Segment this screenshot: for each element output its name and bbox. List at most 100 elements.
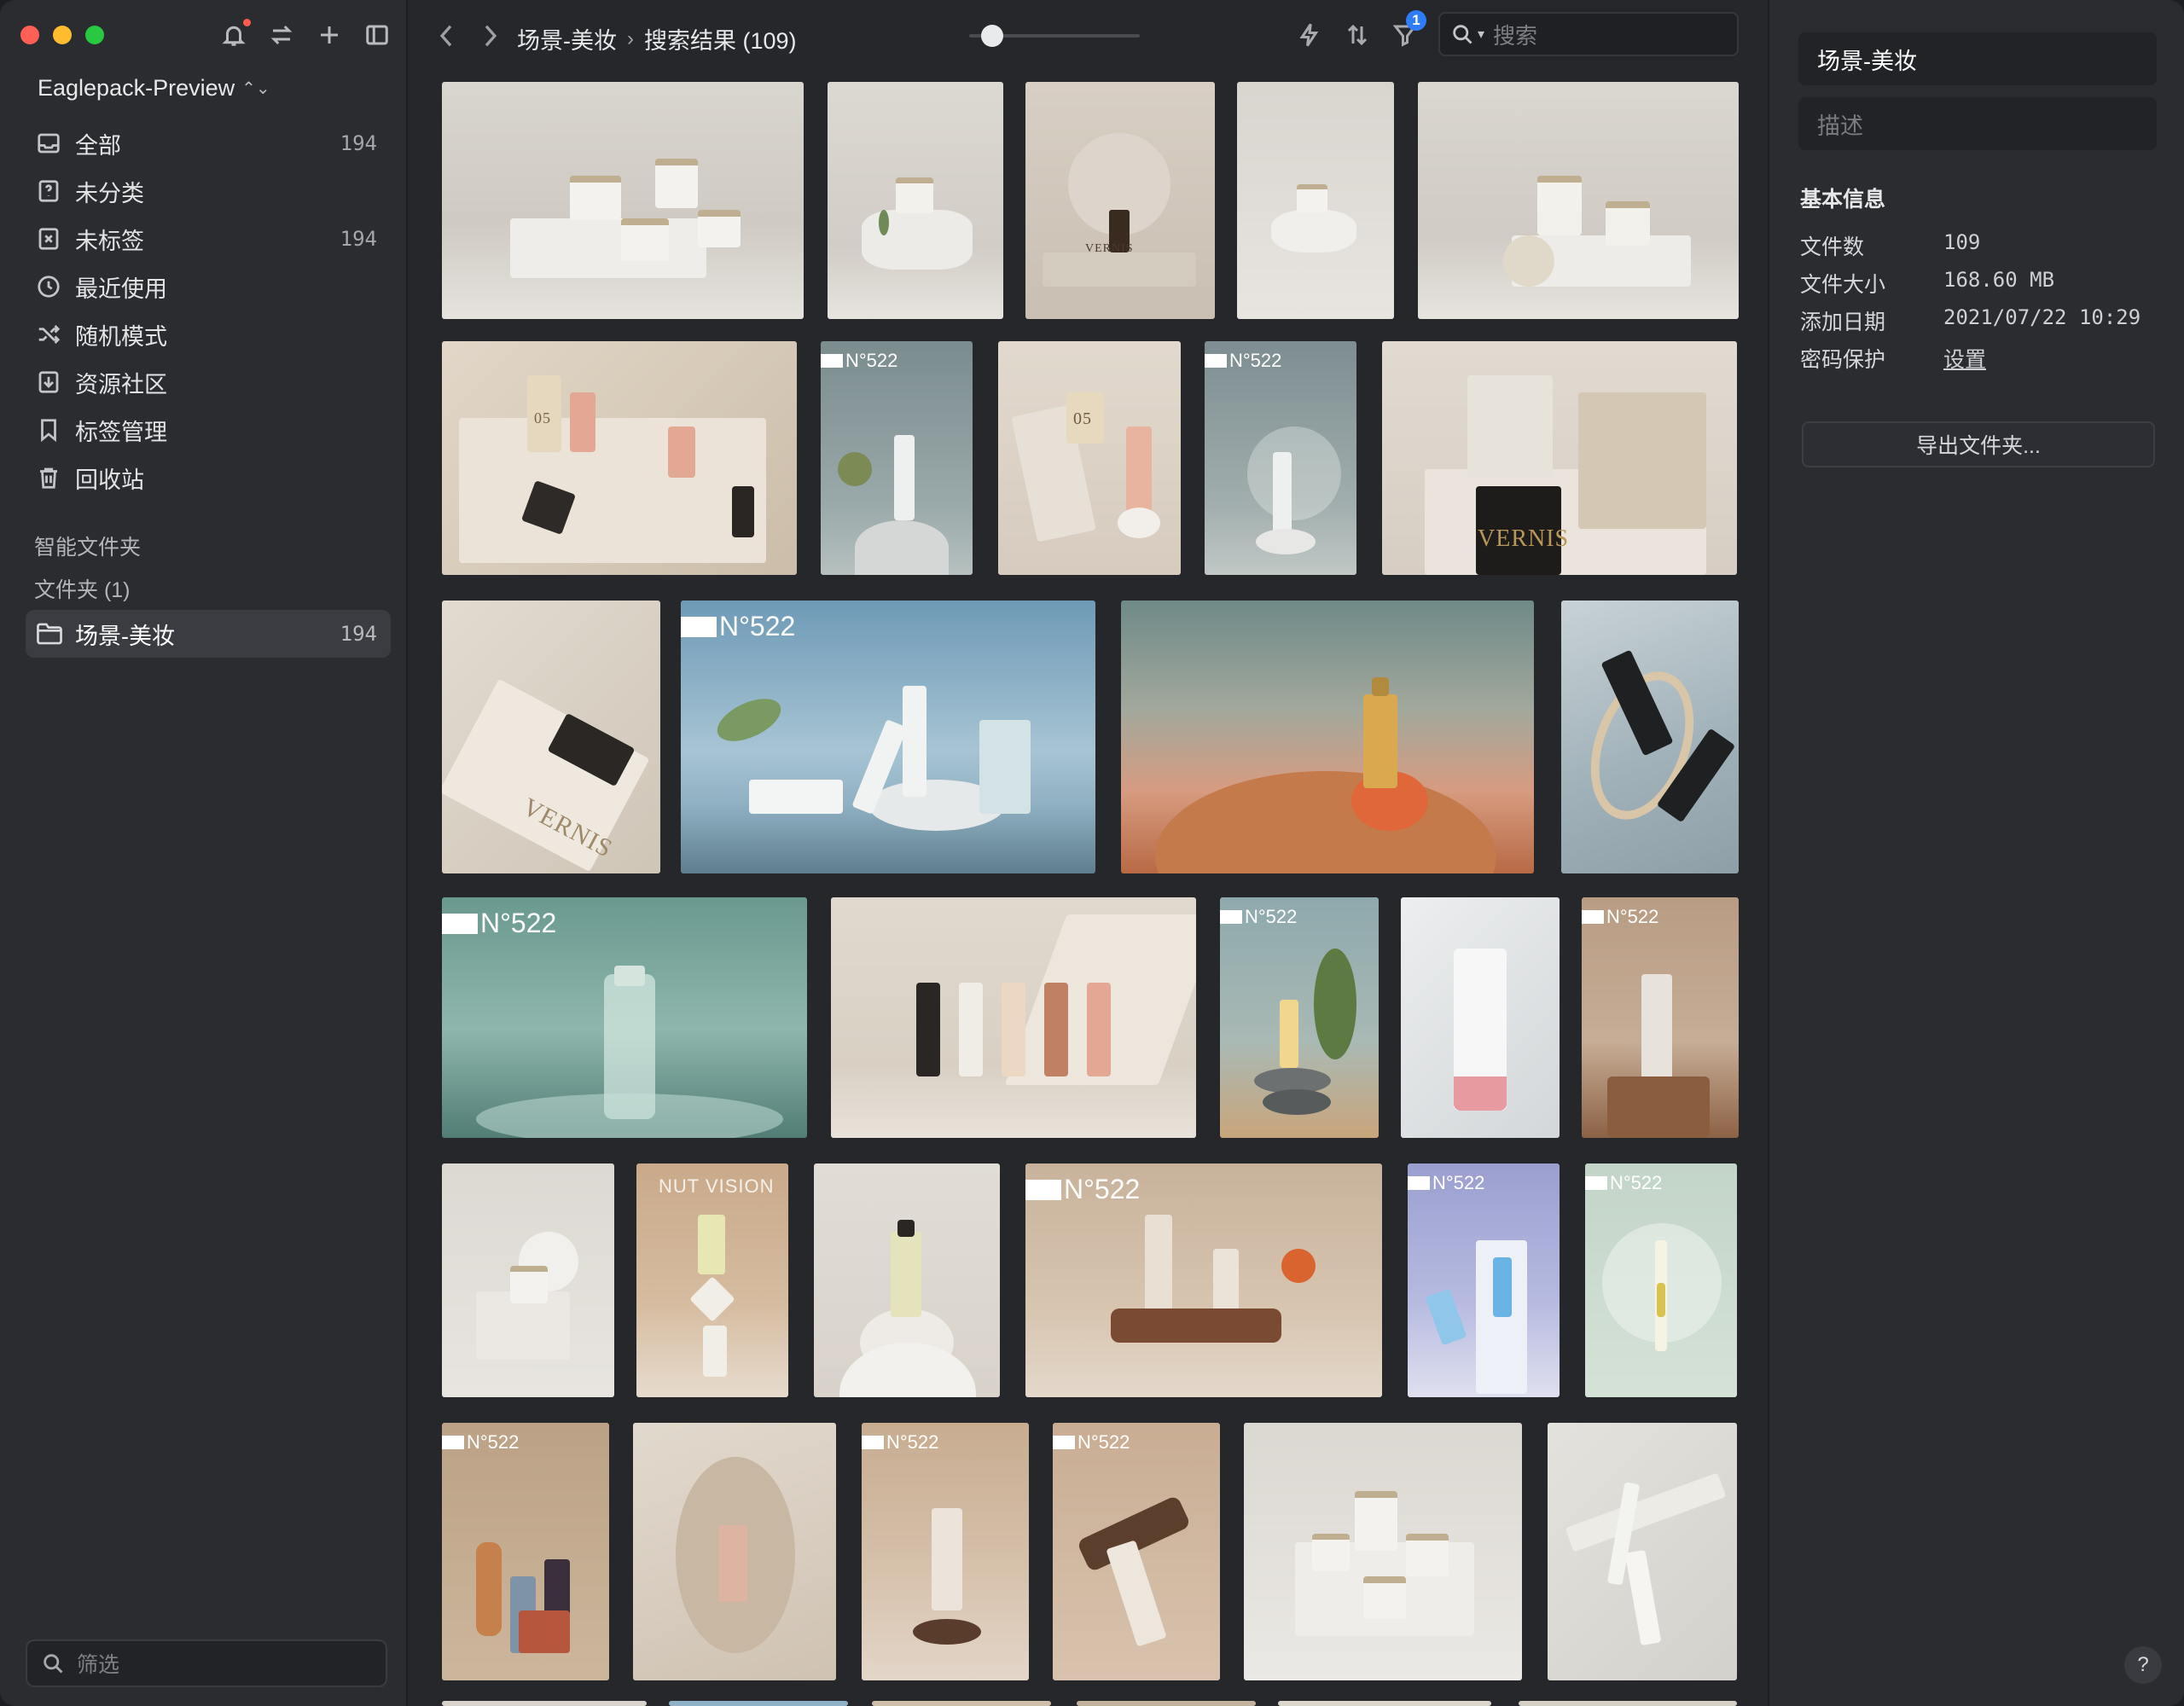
set-password-link[interactable]: 设置	[1943, 343, 1986, 377]
description-field[interactable]: 描述	[1798, 97, 2157, 150]
thumbnail[interactable]: N°522	[1205, 341, 1356, 575]
folder-count: 194	[340, 622, 377, 646]
slider-knob[interactable]	[981, 25, 1003, 47]
thumbnail[interactable]: N°522	[1220, 897, 1379, 1138]
sidebar-item-all[interactable]: 全部 194	[26, 119, 391, 167]
thumbnail[interactable]: N°522	[1025, 1163, 1382, 1397]
sort-icon	[1347, 24, 1368, 46]
sidebar-item-label: 回收站	[75, 467, 144, 493]
add-button[interactable]	[316, 19, 343, 51]
thumbnail[interactable]: VERNIS	[1025, 82, 1215, 319]
sort-button[interactable]	[1343, 17, 1372, 53]
thumbnail[interactable]: 05	[442, 341, 797, 575]
sidebar-filter-input[interactable]: 筛选	[26, 1639, 387, 1687]
question-icon	[38, 180, 59, 202]
sidebar-item-uncategorized[interactable]: 未分类	[26, 167, 391, 215]
library-switcher[interactable]: Eaglepack-Preview ⌃⌄	[38, 75, 270, 102]
brand-label: N°522	[1025, 1174, 1140, 1205]
folder-item-selected[interactable]: 场景-美妆 194	[26, 610, 391, 658]
folders-heading[interactable]: 文件夹 (1)	[34, 573, 131, 604]
sidebar-toolbar	[220, 19, 391, 51]
thumbnail[interactable]: NUT VISION	[636, 1163, 788, 1397]
thumbnail[interactable]	[1548, 1423, 1737, 1680]
sidebar-item-tags[interactable]: 标签管理	[26, 406, 391, 454]
brand-label: N°522	[1582, 906, 1658, 928]
thumbnail[interactable]	[872, 1701, 1051, 1706]
vernis-label: VERNIS	[1478, 525, 1570, 552]
nail-label: 05	[534, 409, 551, 426]
brand-label: N°522	[1053, 1431, 1130, 1454]
back-button[interactable]	[433, 19, 459, 53]
thumbnail[interactable]: N°522	[1582, 897, 1739, 1138]
sidebar-item-recent[interactable]: 最近使用	[26, 263, 391, 310]
quick-action-button[interactable]	[1295, 17, 1324, 53]
thumbnail[interactable]: N°522	[442, 897, 807, 1138]
thumbnail[interactable]	[1237, 82, 1394, 319]
thumbnail[interactable]	[1418, 82, 1739, 319]
info-value: 109	[1943, 230, 1981, 254]
sidebar-item-label: 未分类	[75, 180, 144, 206]
folder-name-field[interactable]: 场景-美妆	[1798, 32, 2157, 85]
thumbnail[interactable]	[669, 1701, 848, 1706]
thumbnail-grid: VERNIS 05 N°522 05 N°522 VERNIS VERNIS N…	[408, 0, 1768, 1706]
breadcrumb-folder[interactable]: 场景-美妆	[517, 22, 617, 55]
thumbnail[interactable]: N°522	[1585, 1163, 1737, 1397]
smart-folders-heading[interactable]: 智能文件夹	[34, 531, 141, 561]
thumbnail[interactable]	[1244, 1423, 1522, 1680]
help-button[interactable]: ?	[2124, 1646, 2162, 1684]
thumbnail[interactable]	[442, 1701, 647, 1706]
sidebar-item-count: 194	[340, 227, 377, 251]
forward-button[interactable]	[478, 19, 503, 53]
brand-label: N°522	[442, 1431, 519, 1454]
sidebar-item-trash[interactable]: 回收站	[26, 454, 391, 502]
thumbnail[interactable]: N°522	[1408, 1163, 1560, 1397]
brand-label: N°522	[1585, 1172, 1662, 1194]
thumbnail[interactable]	[1561, 601, 1739, 873]
thumbnail[interactable]: N°522	[821, 341, 973, 575]
sidebar-item-random[interactable]: 随机模式	[26, 310, 391, 358]
thumbnail[interactable]	[831, 897, 1196, 1138]
info-key: 密码保护	[1800, 348, 1886, 372]
close-window-button[interactable]	[20, 26, 39, 44]
minimize-window-button[interactable]	[53, 26, 72, 44]
thumbnail[interactable]	[1121, 601, 1534, 873]
notification-button[interactable]	[220, 19, 251, 51]
thumbnail[interactable]	[1278, 1701, 1491, 1706]
sidebar-item-label: 资源社区	[75, 371, 167, 397]
plus-icon	[321, 26, 338, 44]
export-folder-button[interactable]: 导出文件夹...	[1802, 421, 2155, 467]
sidebar-nav: 全部 194 未分类 未标签 194 最近使用 随机模式 资源社区 标签管理 回…	[26, 119, 391, 502]
swap-icon	[270, 25, 293, 45]
history-nav	[433, 19, 503, 53]
thumbnail[interactable]: N°522	[681, 601, 1095, 873]
info-key: 添加日期	[1800, 310, 1886, 334]
thumbnail[interactable]	[442, 82, 804, 319]
brand-label: N°522	[862, 1431, 938, 1454]
sidebar-item-untagged[interactable]: 未标签 194	[26, 215, 391, 263]
thumbnail[interactable]: N°522	[442, 1423, 609, 1680]
filter-placeholder: 筛选	[77, 1653, 120, 1677]
thumbnail-size-slider[interactable]	[969, 25, 1140, 47]
thumbnail[interactable]	[814, 1163, 1000, 1397]
thumbnail[interactable]: VERNIS	[442, 601, 660, 873]
thumbnail[interactable]	[1077, 1701, 1256, 1706]
info-row: 文件大小 168.60 MB	[1800, 268, 2158, 302]
thumbnail[interactable]: N°522	[862, 1423, 1029, 1680]
thumbnail[interactable]	[442, 1163, 614, 1397]
download-icon	[38, 371, 59, 393]
thumbnail[interactable]: 05	[998, 341, 1181, 575]
sync-button[interactable]	[268, 19, 295, 51]
sidebar-item-community[interactable]: 资源社区	[26, 358, 391, 406]
thumbnail[interactable]	[1519, 1701, 1737, 1706]
chevron-down-icon[interactable]: ▾	[1478, 26, 1484, 43]
thumbnail[interactable]	[633, 1423, 836, 1680]
zoom-window-button[interactable]	[85, 26, 104, 44]
filter-button[interactable]: 1	[1391, 10, 1426, 53]
thumbnail[interactable]: N°522	[1053, 1423, 1220, 1680]
thumbnail[interactable]: VERNIS	[1382, 341, 1737, 575]
search-icon	[1453, 25, 1472, 44]
thumbnail[interactable]	[828, 82, 1003, 319]
thumbnail[interactable]	[1401, 897, 1560, 1138]
toggle-sidebar-button[interactable]	[363, 19, 391, 51]
search-input[interactable]: ▾ 搜索	[1438, 12, 1739, 56]
